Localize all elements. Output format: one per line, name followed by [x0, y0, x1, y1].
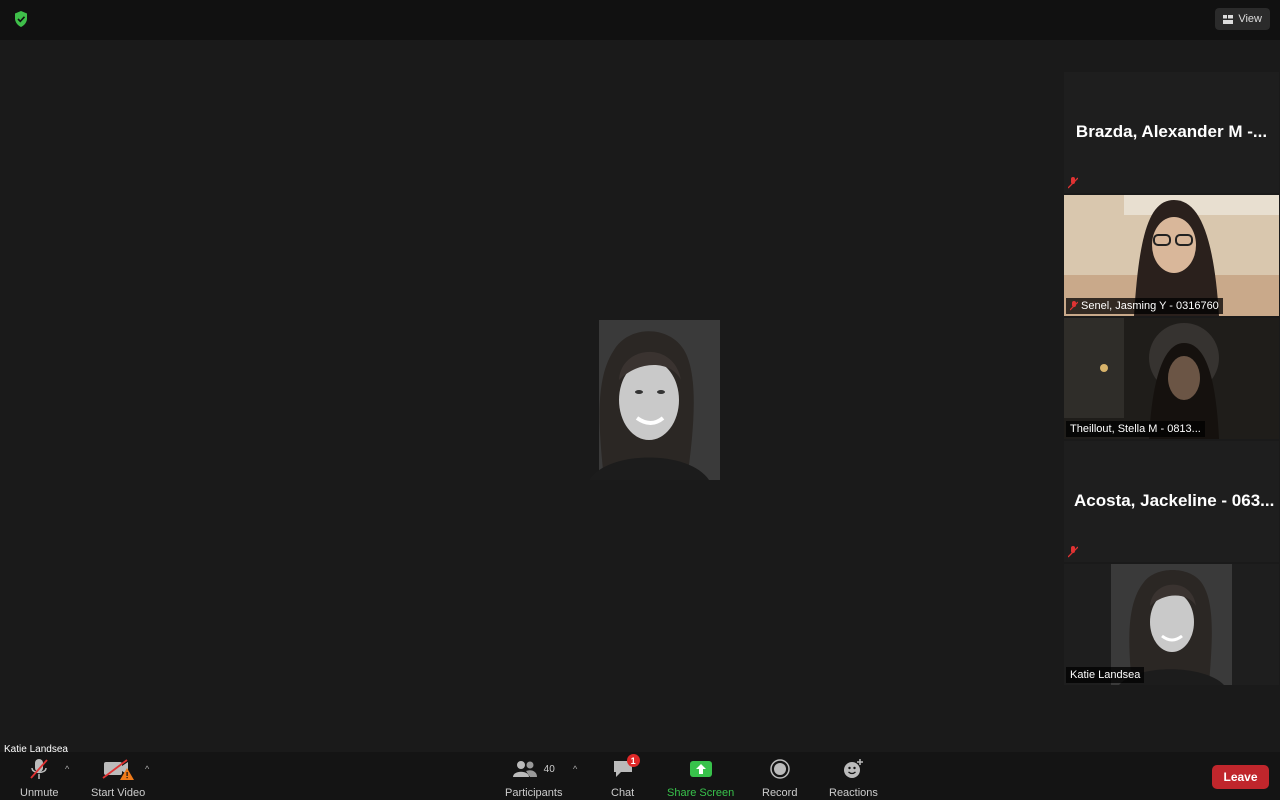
video-off-icon — [102, 759, 135, 780]
share-screen-label: Share Screen — [667, 787, 735, 799]
participant-tile[interactable]: Brazda, Alexander M -... — [1064, 72, 1279, 193]
participant-tile[interactable]: Theillout, Stella M - 0813... — [1064, 318, 1279, 439]
record-label: Record — [762, 787, 798, 799]
participants-count: 40 — [543, 763, 555, 775]
participants-options-caret[interactable]: ^ — [573, 764, 577, 774]
mic-off-icon — [1070, 301, 1078, 311]
reactions-button[interactable]: Reactions — [829, 758, 878, 799]
participant-name: Theillout, Stella M - 0813... — [1070, 423, 1201, 435]
smile-plus-icon — [844, 759, 864, 778]
start-video-button[interactable]: Start Video — [91, 758, 145, 799]
people-icon — [512, 761, 537, 777]
view-button[interactable]: View — [1215, 8, 1270, 30]
gallery-strip: Brazda, Alexander M -... Senel, Jasming … — [1063, 72, 1280, 687]
record-button[interactable]: Record — [762, 758, 797, 799]
active-speaker-stage — [0, 40, 1062, 752]
video-options-caret[interactable]: ^ — [145, 764, 149, 774]
view-label: View — [1238, 13, 1262, 25]
unmute-label: Unmute — [20, 787, 59, 799]
participant-label: Senel, Jasming Y - 0316760 — [1066, 298, 1223, 314]
reactions-label: Reactions — [829, 787, 878, 799]
mic-off-icon — [30, 759, 48, 779]
shield-icon[interactable] — [13, 10, 29, 28]
participant-label: Katie Landsea — [1066, 667, 1145, 683]
chat-unread-badge: 1 — [626, 754, 640, 767]
audio-options-caret[interactable]: ^ — [65, 764, 69, 774]
meeting-toolbar: Unmute ^ Start Video ^ 40 Participants ^… — [0, 752, 1280, 800]
participant-name: Katie Landsea — [1070, 669, 1141, 681]
participants-button[interactable]: 40 Participants — [505, 758, 562, 799]
unmute-button[interactable]: Unmute — [20, 758, 59, 799]
record-icon — [769, 759, 790, 779]
mic-off-icon — [1068, 546, 1078, 558]
participant-name: Brazda, Alexander M -... — [1075, 122, 1268, 141]
participant-label: Theillout, Stella M - 0813... — [1066, 421, 1205, 437]
participant-name: Senel, Jasming Y - 0316760 — [1081, 300, 1219, 312]
speaker-profile-photo — [559, 320, 720, 480]
share-arrow-icon — [689, 761, 712, 777]
mic-off-icon — [1068, 177, 1078, 189]
leave-button[interactable]: Leave — [1212, 765, 1269, 789]
start-video-label: Start Video — [91, 787, 146, 799]
participant-tile[interactable]: Senel, Jasming Y - 0316760 — [1064, 195, 1279, 316]
participant-tile[interactable]: Acosta, Jackeline - 063... — [1064, 441, 1279, 562]
top-bar: View — [0, 0, 1280, 40]
chat-button[interactable]: 1 Chat — [611, 754, 640, 799]
participant-tile-active[interactable]: Katie Landsea — [1064, 564, 1279, 685]
share-screen-button[interactable]: Share Screen — [667, 758, 734, 799]
participant-name: Acosta, Jackeline - 063... — [1074, 491, 1275, 510]
chat-label: Chat — [611, 787, 635, 799]
grid-icon — [1223, 14, 1234, 24]
participants-label: Participants — [505, 787, 563, 799]
